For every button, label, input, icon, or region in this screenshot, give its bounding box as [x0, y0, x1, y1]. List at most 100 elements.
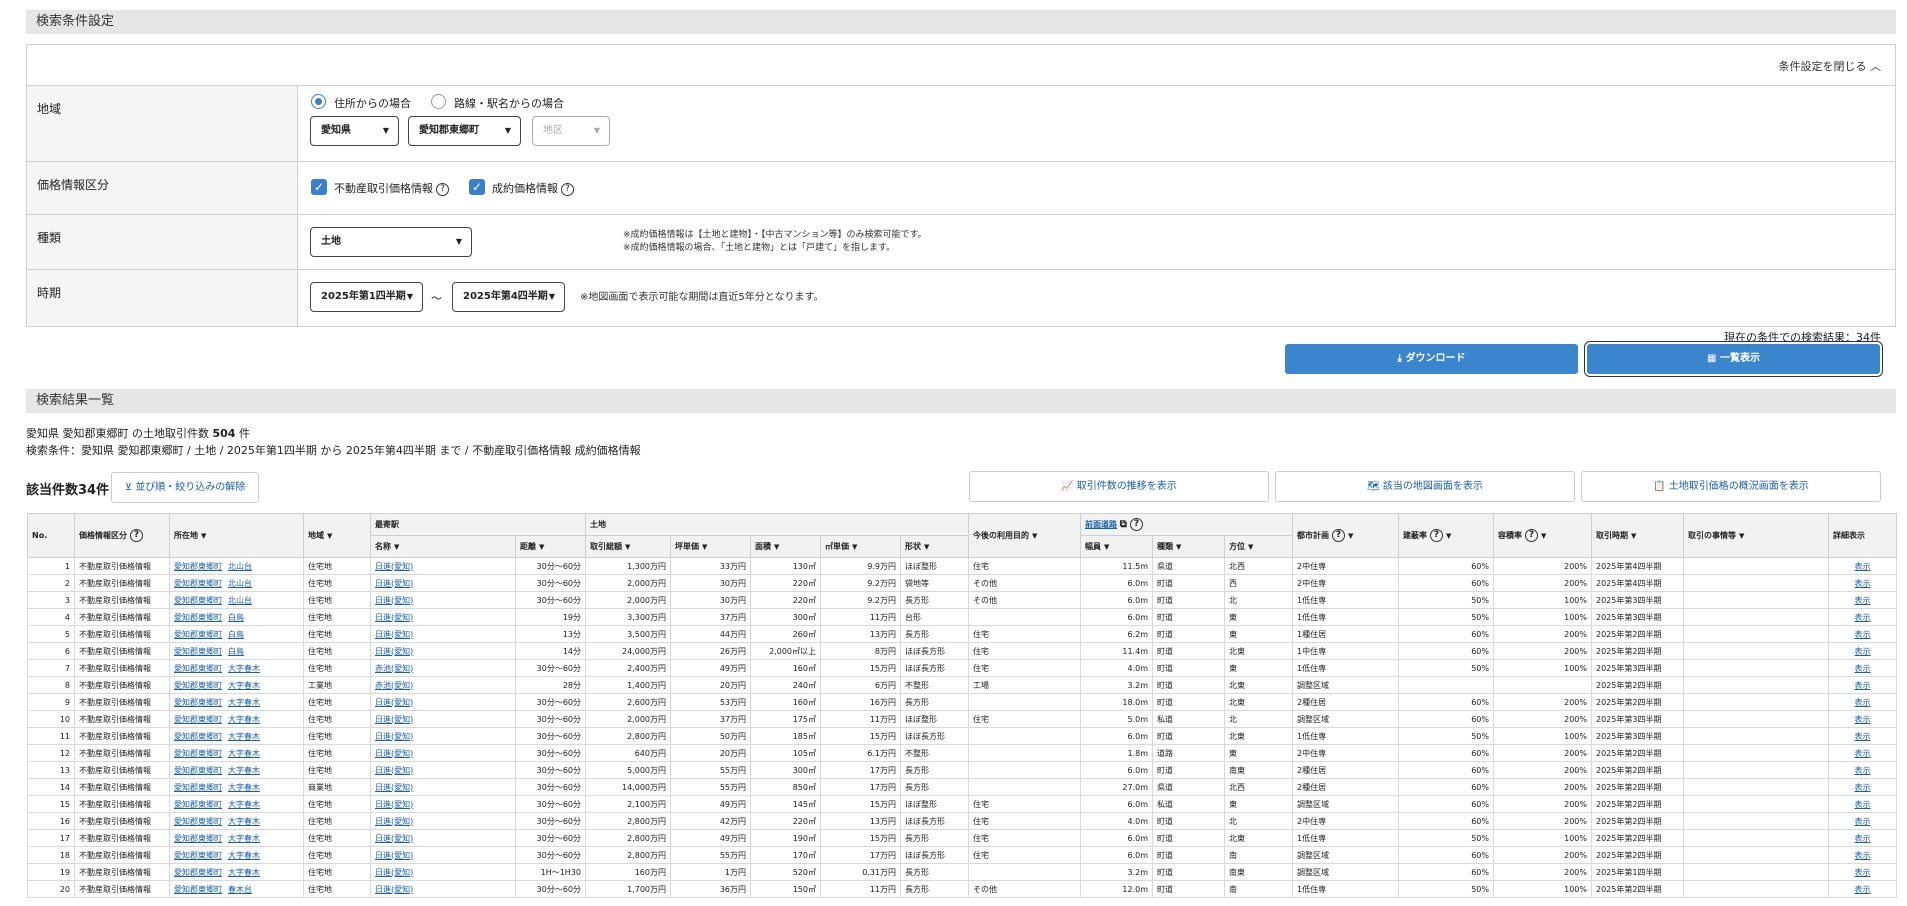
detail-link[interactable]: 表示	[1855, 647, 1871, 656]
period-from-select[interactable]: 2025年第1四半期 ▼	[310, 282, 423, 312]
station-link[interactable]: 日進(愛知)	[375, 596, 413, 605]
detail-link[interactable]: 表示	[1855, 681, 1871, 690]
th-tsubo[interactable]: 坪単価 ▼	[670, 535, 751, 558]
detail-link[interactable]: 表示	[1855, 868, 1871, 877]
th-total[interactable]: 取引総額 ▼	[585, 535, 671, 558]
help-icon[interactable]: ?	[436, 182, 449, 196]
city-link[interactable]: 愛知郡東郷町	[174, 681, 222, 690]
town-link[interactable]: 白鳥	[228, 613, 244, 622]
radio-station[interactable]	[431, 94, 446, 109]
th-bcr[interactable]: 建蔽率? ▼	[1398, 513, 1494, 558]
town-link[interactable]: 白鳥	[228, 647, 244, 656]
district-select[interactable]: 地区 ▼	[532, 116, 610, 146]
kind-select[interactable]: 土地 ▼	[310, 227, 472, 257]
city-link[interactable]: 愛知郡東郷町	[174, 749, 222, 758]
town-link[interactable]: 大字春木	[228, 783, 260, 792]
help-icon[interactable]: ?	[130, 529, 143, 542]
detail-link[interactable]: 表示	[1855, 596, 1871, 605]
th-circumstances[interactable]: 取引の事情等 ▼	[1683, 513, 1829, 558]
detail-link[interactable]: 表示	[1855, 817, 1871, 826]
town-link[interactable]: 白鳥	[228, 630, 244, 639]
station-link[interactable]: 日進(愛知)	[375, 783, 413, 792]
city-link[interactable]: 愛知郡東郷町	[174, 732, 222, 741]
station-link[interactable]: 日進(愛知)	[375, 579, 413, 588]
help-icon[interactable]: ?	[561, 182, 574, 196]
th-sqm[interactable]: ㎡単価 ▼	[820, 535, 901, 558]
external-link-icon[interactable]: ⧉	[1120, 519, 1127, 530]
city-link[interactable]: 愛知郡東郷町	[174, 783, 222, 792]
city-link[interactable]: 愛知郡東郷町	[174, 596, 222, 605]
city-link[interactable]: 愛知郡東郷町	[174, 613, 222, 622]
close-conditions-link[interactable]: 条件設定を閉じる ︿	[1779, 58, 1882, 74]
city-link[interactable]: 愛知郡東郷町	[174, 817, 222, 826]
station-link[interactable]: 日進(愛知)	[375, 613, 413, 622]
prefecture-select[interactable]: 愛知県 ▼	[310, 116, 399, 146]
city-link[interactable]: 愛知郡東郷町	[174, 715, 222, 724]
list-view-button[interactable]: ▦ 一覧表示	[1587, 344, 1880, 374]
city-link[interactable]: 愛知郡東郷町	[174, 834, 222, 843]
station-link[interactable]: 赤池(愛知)	[375, 681, 413, 690]
town-link[interactable]: 大字春木	[228, 681, 260, 690]
city-link[interactable]: 愛知郡東郷町	[174, 647, 222, 656]
th-road-width[interactable]: 幅員 ▼	[1080, 535, 1153, 558]
th-direction[interactable]: 方位 ▼	[1224, 535, 1293, 558]
th-city-plan[interactable]: 都市計画? ▼	[1292, 513, 1399, 558]
detail-link[interactable]: 表示	[1855, 698, 1871, 707]
town-link[interactable]: 大字春木	[228, 698, 260, 707]
detail-link[interactable]: 表示	[1855, 885, 1871, 894]
station-link[interactable]: 日進(愛知)	[375, 715, 413, 724]
station-link[interactable]: 日進(愛知)	[375, 868, 413, 877]
detail-link[interactable]: 表示	[1855, 766, 1871, 775]
radio-address[interactable]	[311, 94, 326, 109]
town-link[interactable]: 大字春木	[228, 715, 260, 724]
town-link[interactable]: 大字春木	[228, 817, 260, 826]
detail-link[interactable]: 表示	[1855, 630, 1871, 639]
city-link[interactable]: 愛知郡東郷町	[174, 800, 222, 809]
town-link[interactable]: 大字春木	[228, 766, 260, 775]
detail-link[interactable]: 表示	[1855, 732, 1871, 741]
station-link[interactable]: 日進(愛知)	[375, 817, 413, 826]
detail-link[interactable]: 表示	[1855, 579, 1871, 588]
city-select[interactable]: 愛知郡東郷町 ▼	[408, 116, 521, 146]
town-link[interactable]: 北山台	[228, 562, 252, 571]
detail-link[interactable]: 表示	[1855, 613, 1871, 622]
help-icon[interactable]: ?	[1332, 529, 1345, 542]
town-link[interactable]: 大字春木	[228, 800, 260, 809]
show-trend-button[interactable]: 📈 取引件数の推移を表示	[969, 471, 1269, 502]
town-link[interactable]: 大字春木	[228, 851, 260, 860]
detail-link[interactable]: 表示	[1855, 800, 1871, 809]
show-overview-button[interactable]: 📋 土地取引価格の概況画面を表示	[1581, 471, 1881, 502]
station-link[interactable]: 日進(愛知)	[375, 732, 413, 741]
city-link[interactable]: 愛知郡東郷町	[174, 698, 222, 707]
station-link[interactable]: 日進(愛知)	[375, 851, 413, 860]
th-menseki[interactable]: 面積 ▼	[750, 535, 821, 558]
th-station-name[interactable]: 名称 ▼	[370, 535, 516, 558]
town-link[interactable]: 大字春木	[228, 834, 260, 843]
help-icon[interactable]: ?	[1525, 529, 1538, 542]
checkbox-transaction-price[interactable]: ✓	[311, 179, 327, 195]
show-map-button[interactable]: 🗺 該当の地図画面を表示	[1275, 471, 1575, 502]
station-link[interactable]: 日進(愛知)	[375, 749, 413, 758]
th-road-type[interactable]: 種類 ▼	[1152, 535, 1225, 558]
detail-link[interactable]: 表示	[1855, 851, 1871, 860]
clear-filter-button[interactable]: ⊻ 並び順・絞り込みの解除	[111, 472, 259, 503]
town-link[interactable]: 大字春木	[228, 868, 260, 877]
th-area[interactable]: 地域 ▼	[303, 513, 371, 558]
station-link[interactable]: 日進(愛知)	[375, 698, 413, 707]
station-link[interactable]: 日進(愛知)	[375, 630, 413, 639]
city-link[interactable]: 愛知郡東郷町	[174, 579, 222, 588]
th-location[interactable]: 所在地 ▼	[169, 513, 304, 558]
town-link[interactable]: 大字春木	[228, 732, 260, 741]
download-button[interactable]: ⤓ ダウンロード	[1285, 344, 1578, 374]
front-road-link[interactable]: 前面道路	[1085, 520, 1117, 529]
station-link[interactable]: 赤池(愛知)	[375, 664, 413, 673]
station-link[interactable]: 日進(愛知)	[375, 562, 413, 571]
th-shape[interactable]: 形状 ▼	[900, 535, 969, 558]
detail-link[interactable]: 表示	[1855, 834, 1871, 843]
town-link[interactable]: 大字春木	[228, 664, 260, 673]
town-link[interactable]: 春木台	[228, 885, 252, 894]
detail-link[interactable]: 表示	[1855, 783, 1871, 792]
th-distance[interactable]: 距離 ▼	[515, 535, 586, 558]
th-time[interactable]: 取引時期 ▼	[1591, 513, 1684, 558]
town-link[interactable]: 北山台	[228, 596, 252, 605]
